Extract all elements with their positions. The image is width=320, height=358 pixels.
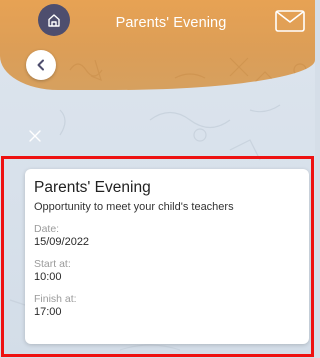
- highlight-box: [1, 156, 314, 357]
- back-button[interactable]: [26, 50, 56, 80]
- app-screen: Parents' Evening Parents' Evening Opport…: [0, 0, 315, 358]
- home-button[interactable]: [38, 4, 70, 36]
- close-icon[interactable]: [28, 129, 42, 143]
- envelope-icon[interactable]: [275, 10, 305, 32]
- home-icon: [48, 14, 60, 27]
- header-bar: Parents' Evening: [0, 0, 315, 90]
- page-title: Parents' Evening: [115, 15, 227, 31]
- chevron-left-icon: [37, 59, 44, 71]
